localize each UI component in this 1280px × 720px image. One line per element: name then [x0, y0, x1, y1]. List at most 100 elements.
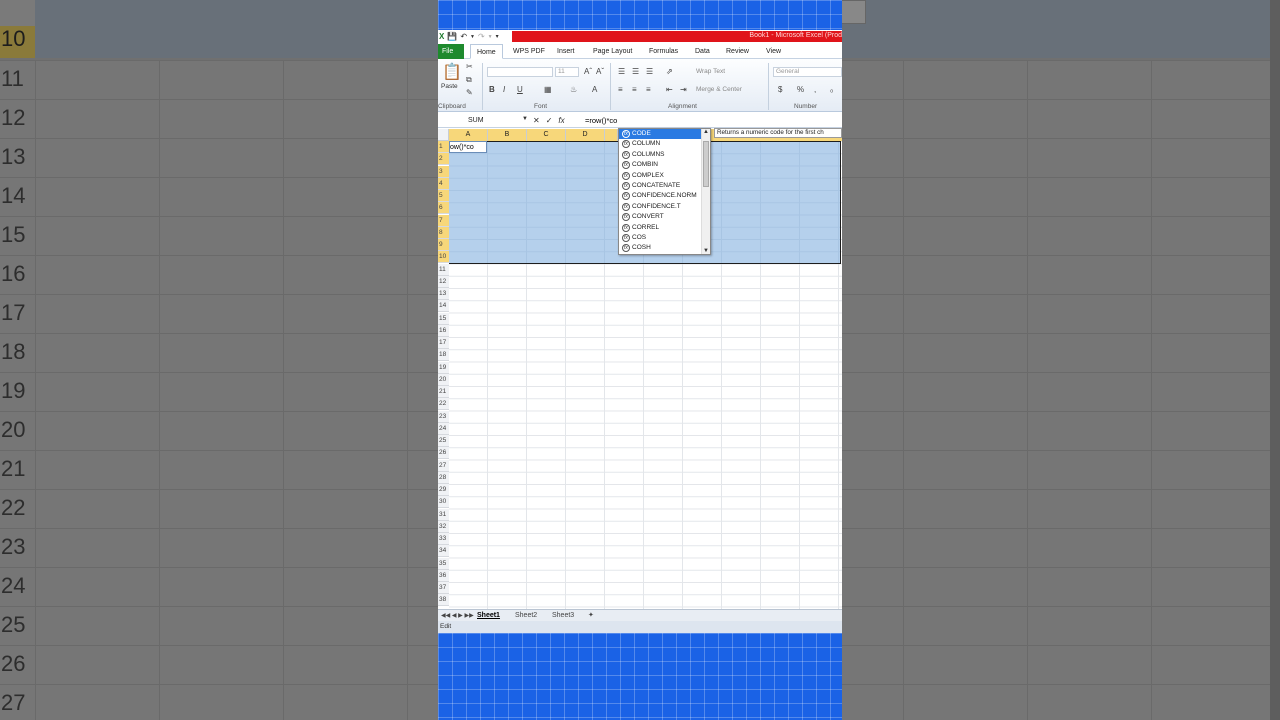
orientation-icon[interactable]: ⇗: [666, 67, 673, 76]
sheet-tab[interactable]: Sheet1: [477, 611, 500, 621]
row-header[interactable]: 24: [438, 422, 449, 435]
tab-home[interactable]: Home: [470, 44, 503, 59]
autocomplete-item[interactable]: fx COLUMNS: [619, 150, 710, 160]
row-header[interactable]: 28: [438, 471, 449, 484]
increase-indent-icon[interactable]: ⇥: [680, 85, 687, 94]
merge-center-button[interactable]: Merge & Center: [696, 86, 742, 93]
tab-data[interactable]: Data: [689, 44, 716, 59]
top-align-icon[interactable]: ☰: [618, 67, 625, 76]
font-color-icon[interactable]: A: [592, 85, 597, 94]
tab-file[interactable]: File: [438, 44, 464, 59]
row-header[interactable]: 20: [438, 373, 449, 386]
tab-view[interactable]: View: [760, 44, 787, 59]
font-size-combo[interactable]: 11: [555, 67, 579, 77]
chevron-up-icon[interactable]: ▲: [703, 129, 709, 135]
row-header[interactable]: 4: [438, 177, 449, 190]
row-header[interactable]: 22: [438, 398, 449, 411]
autocomplete-item[interactable]: fx CODE: [619, 129, 710, 140]
tab-page-layout[interactable]: Page Layout: [587, 44, 638, 59]
insert-sheet-icon[interactable]: ✦: [588, 611, 594, 621]
row-header[interactable]: 12: [438, 275, 449, 288]
row-header[interactable]: 17: [438, 337, 449, 350]
undo-icon[interactable]: ↶: [460, 32, 467, 41]
italic-icon[interactable]: I: [503, 85, 505, 94]
decrease-indent-icon[interactable]: ⇤: [666, 85, 673, 94]
row-header[interactable]: 32: [438, 520, 449, 533]
row-header[interactable]: 6: [438, 202, 449, 215]
row-header[interactable]: 26: [438, 447, 449, 460]
insert-function-icon[interactable]: fx: [558, 115, 564, 126]
chevron-down-icon[interactable]: ▼: [522, 116, 528, 122]
chevron-down-icon[interactable]: ▼: [703, 248, 709, 254]
row-header[interactable]: 16: [438, 324, 449, 337]
customize-toolbar-icon[interactable]: ▾: [496, 33, 499, 40]
sheet-tab[interactable]: Sheet2: [515, 611, 537, 621]
autocomplete-item[interactable]: fx COS: [619, 233, 710, 243]
copy-icon[interactable]: ⧉: [466, 75, 472, 85]
underline-icon[interactable]: U: [517, 85, 523, 94]
grow-font-icon[interactable]: Aˆ: [584, 67, 592, 76]
format-painter-icon[interactable]: ✎: [466, 88, 473, 97]
name-box[interactable]: SUM: [440, 115, 528, 126]
row-header[interactable]: 25: [438, 435, 449, 448]
tab-review[interactable]: Review: [720, 44, 755, 59]
autocomplete-item[interactable]: fx CONVERT: [619, 212, 710, 222]
row-header[interactable]: 35: [438, 557, 449, 570]
row-header[interactable]: 2: [438, 153, 449, 166]
align-left-icon[interactable]: ≡: [618, 85, 623, 94]
enter-icon[interactable]: ✓: [546, 115, 553, 126]
percent-icon[interactable]: %: [797, 85, 804, 94]
row-header[interactable]: 8: [438, 226, 449, 239]
comma-style-icon[interactable]: ,: [814, 85, 816, 94]
middle-align-icon[interactable]: ☰: [632, 67, 639, 76]
save-icon[interactable]: 💾: [447, 32, 457, 41]
paste-button[interactable]: Paste: [441, 83, 458, 90]
currency-icon[interactable]: $: [778, 85, 782, 94]
chevron-down-icon[interactable]: ▼: [488, 34, 493, 40]
row-header[interactable]: 23: [438, 410, 449, 423]
row-header[interactable]: 7: [438, 214, 449, 227]
row-header[interactable]: 38: [438, 594, 449, 607]
autocomplete-item[interactable]: fx COMBIN: [619, 160, 710, 170]
autocomplete-scrollbar[interactable]: ▲ ▼: [701, 129, 710, 254]
cut-icon[interactable]: ✂: [466, 62, 473, 71]
align-center-icon[interactable]: ≡: [632, 85, 637, 94]
bottom-align-icon[interactable]: ☰: [646, 67, 653, 76]
active-cell-editor[interactable]: ow()*co: [449, 141, 487, 153]
cancel-icon[interactable]: ✕: [533, 115, 540, 126]
autocomplete-item[interactable]: fx COLUMN: [619, 139, 710, 149]
number-format-combo[interactable]: General: [773, 67, 842, 77]
autocomplete-item[interactable]: fx CONFIDENCE.NORM: [619, 191, 710, 201]
column-header[interactable]: [605, 129, 618, 141]
row-header[interactable]: 33: [438, 533, 449, 546]
tab-insert[interactable]: Insert: [551, 44, 581, 59]
autocomplete-item[interactable]: fx CORREL: [619, 223, 710, 233]
row-header[interactable]: 29: [438, 484, 449, 497]
row-header[interactable]: 37: [438, 582, 449, 595]
row-header[interactable]: 30: [438, 496, 449, 509]
column-header[interactable]: A: [449, 129, 488, 141]
redo-icon[interactable]: ↷: [478, 32, 485, 41]
tab-wps-pdf[interactable]: WPS PDF: [507, 44, 551, 59]
tab-formulas[interactable]: Formulas: [643, 44, 684, 59]
scrollbar-thumb[interactable]: [703, 141, 709, 187]
bold-icon[interactable]: B: [489, 85, 495, 94]
formula-input[interactable]: =row()*co: [585, 115, 617, 126]
row-header[interactable]: 3: [438, 165, 449, 178]
row-header[interactable]: 9: [438, 239, 449, 252]
borders-icon[interactable]: ▦: [544, 85, 552, 94]
row-header[interactable]: 18: [438, 349, 449, 362]
font-name-combo[interactable]: [487, 67, 553, 77]
chevron-down-icon[interactable]: ▼: [470, 34, 475, 40]
row-header[interactable]: 14: [438, 300, 449, 313]
shrink-font-icon[interactable]: Aˇ: [596, 67, 604, 76]
row-header[interactable]: 13: [438, 288, 449, 301]
column-header[interactable]: C: [527, 129, 566, 141]
row-header[interactable]: 10: [438, 251, 449, 264]
row-header[interactable]: 21: [438, 386, 449, 399]
select-all-corner[interactable]: [438, 129, 449, 141]
row-header[interactable]: 31: [438, 508, 449, 521]
row-header[interactable]: 19: [438, 361, 449, 374]
align-right-icon[interactable]: ≡: [646, 85, 651, 94]
row-header[interactable]: 11: [438, 263, 449, 276]
